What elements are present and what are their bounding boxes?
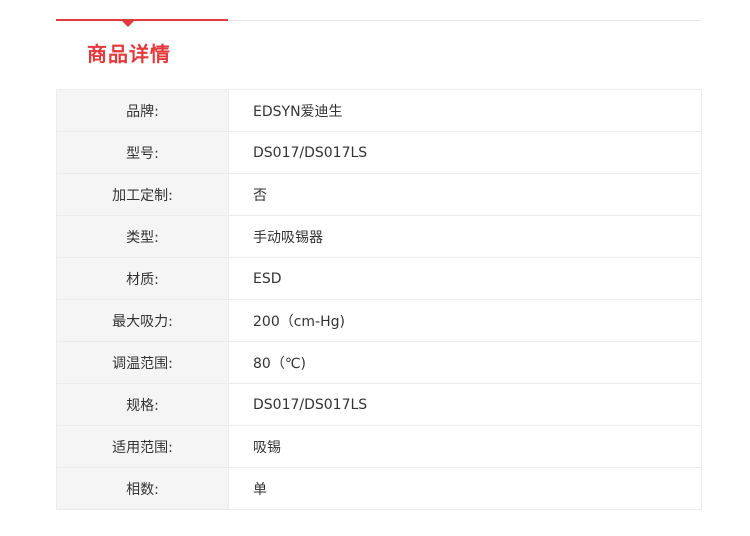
spec-table: 品牌: EDSYN爱迪生 型号: DS017/DS017LS 加工定制: 否 类… — [56, 89, 702, 510]
spec-value: 80（℃) — [228, 341, 702, 384]
spec-value: 200（cm-Hg) — [228, 299, 702, 342]
spec-row: 相数: 单 — [56, 467, 702, 510]
spec-label: 材质: — [56, 257, 229, 300]
spec-row: 最大吸力: 200（cm-Hg) — [56, 299, 702, 342]
spec-value: 否 — [228, 173, 702, 216]
spec-label: 加工定制: — [56, 173, 229, 216]
spec-row: 型号: DS017/DS017LS — [56, 131, 702, 174]
spec-label: 相数: — [56, 467, 229, 510]
caret-down-icon — [122, 21, 134, 27]
spec-row: 材质: ESD — [56, 257, 702, 300]
spec-value: 手动吸锡器 — [228, 215, 702, 258]
spec-value: 单 — [228, 467, 702, 510]
spec-label: 类型: — [56, 215, 229, 258]
spec-value: DS017/DS017LS — [228, 383, 702, 426]
spec-value: EDSYN爱迪生 — [228, 89, 702, 132]
spec-row: 规格: DS017/DS017LS — [56, 383, 702, 426]
spec-value: 吸锡 — [228, 425, 702, 468]
spec-label: 型号: — [56, 131, 229, 174]
spec-label: 规格: — [56, 383, 229, 426]
spec-row: 品牌: EDSYN爱迪生 — [56, 89, 702, 132]
spec-row: 加工定制: 否 — [56, 173, 702, 216]
spec-row: 调温范围: 80（℃) — [56, 341, 702, 384]
active-tab-indicator — [56, 19, 228, 21]
spec-label: 适用范围: — [56, 425, 229, 468]
spec-value: DS017/DS017LS — [228, 131, 702, 174]
spec-label: 调温范围: — [56, 341, 229, 384]
tab-product-details[interactable]: 商品详情 — [56, 38, 202, 67]
spec-row: 适用范围: 吸锡 — [56, 425, 702, 468]
spec-label: 最大吸力: — [56, 299, 229, 342]
spec-value: ESD — [228, 257, 702, 300]
spec-row: 类型: 手动吸锡器 — [56, 215, 702, 258]
spec-label: 品牌: — [56, 89, 229, 132]
